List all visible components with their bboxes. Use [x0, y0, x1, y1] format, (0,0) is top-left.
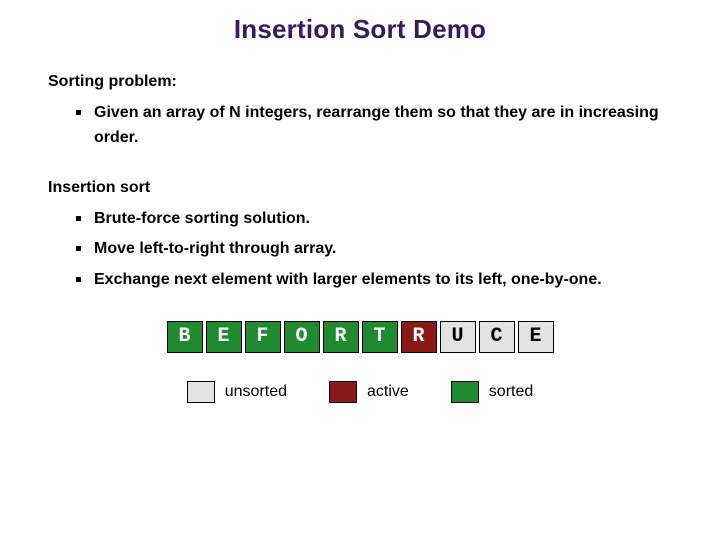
swatch-icon: [187, 381, 215, 403]
bullet-item: Brute-force sorting solution.: [76, 207, 672, 232]
array-cell: F: [245, 321, 281, 353]
bullet-item: Move left-to-right through array.: [76, 237, 672, 262]
array-cell: B: [167, 321, 203, 353]
section-heading: Insertion sort: [48, 179, 672, 197]
slide-title: Insertion Sort Demo: [48, 14, 672, 45]
section-heading: Sorting problem:: [48, 73, 672, 91]
array-cell: O: [284, 321, 320, 353]
array-cell: R: [401, 321, 437, 353]
section-insertion-sort: Insertion sort Brute-force sorting solut…: [48, 179, 672, 293]
array-cell: E: [206, 321, 242, 353]
bullet-list: Given an array of N integers, rearrange …: [48, 101, 672, 151]
legend-label: unsorted: [225, 383, 287, 401]
array-row: B E F O R T R U C E: [48, 321, 672, 353]
section-sorting-problem: Sorting problem: Given an array of N int…: [48, 73, 672, 151]
legend-item-unsorted: unsorted: [187, 381, 287, 403]
slide: Insertion Sort Demo Sorting problem: Giv…: [0, 0, 720, 403]
legend-item-active: active: [329, 381, 409, 403]
legend-item-sorted: sorted: [451, 381, 533, 403]
array-cell: R: [323, 321, 359, 353]
swatch-icon: [451, 381, 479, 403]
array-cell: E: [518, 321, 554, 353]
bullet-item: Exchange next element with larger elemen…: [76, 268, 672, 293]
swatch-icon: [329, 381, 357, 403]
legend-label: active: [367, 383, 409, 401]
array-cell: U: [440, 321, 476, 353]
array-cell: T: [362, 321, 398, 353]
bullet-item: Given an array of N integers, rearrange …: [76, 101, 672, 151]
legend: unsorted active sorted: [48, 381, 672, 403]
bullet-list: Brute-force sorting solution. Move left-…: [48, 207, 672, 293]
legend-label: sorted: [489, 383, 533, 401]
array-cell: C: [479, 321, 515, 353]
